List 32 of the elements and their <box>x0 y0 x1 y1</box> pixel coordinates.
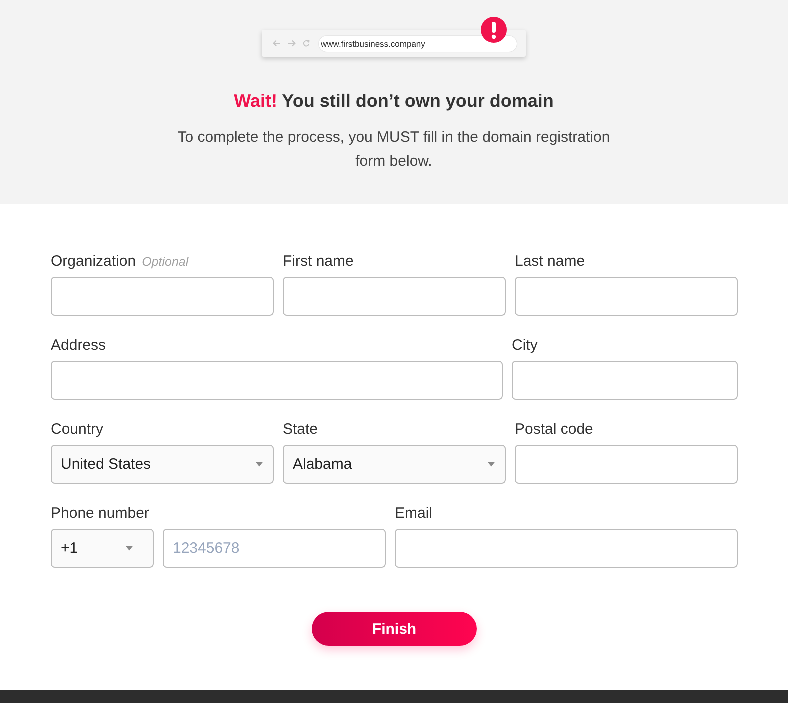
caret-icon <box>256 462 263 467</box>
intro-text: To complete the process, you MUST fill in the domain registration form below. <box>176 128 612 172</box>
field-label: State <box>283 421 318 438</box>
field-label: Phone number <box>51 505 150 522</box>
dropdown[interactable]: United States <box>51 445 274 484</box>
input-field[interactable] <box>515 277 738 316</box>
optional-hint: Optional <box>142 255 189 269</box>
field-label: City <box>512 337 538 354</box>
finish-button[interactable]: Finish <box>312 612 477 646</box>
url-field: www.firstbusiness.company <box>319 36 517 52</box>
forward-arrow-icon <box>288 40 296 47</box>
field-label: First name <box>283 253 354 270</box>
country-code-dropdown[interactable]: +1 <box>51 529 154 568</box>
input-field[interactable] <box>283 277 506 316</box>
field-label: Organization <box>51 253 136 270</box>
page-heading: Wait! You still don’t own your domain <box>234 90 554 112</box>
input-field[interactable] <box>395 529 738 568</box>
field-label: Address <box>51 337 106 354</box>
phone-input-field[interactable]: 12345678 <box>163 529 386 568</box>
input-field[interactable] <box>512 361 738 400</box>
input-field[interactable] <box>515 445 738 484</box>
input-field[interactable] <box>51 277 274 316</box>
dropdown[interactable]: Alabama <box>283 445 506 484</box>
field-label: Postal code <box>515 421 594 438</box>
reload-icon <box>303 40 310 47</box>
input-field[interactable] <box>51 361 503 400</box>
back-arrow-icon <box>273 40 281 47</box>
field-label: Email <box>395 505 433 522</box>
field-label: Last name <box>515 253 586 270</box>
caret-icon <box>488 462 495 467</box>
caret-icon <box>126 546 133 551</box>
field-label: Country <box>51 421 104 438</box>
